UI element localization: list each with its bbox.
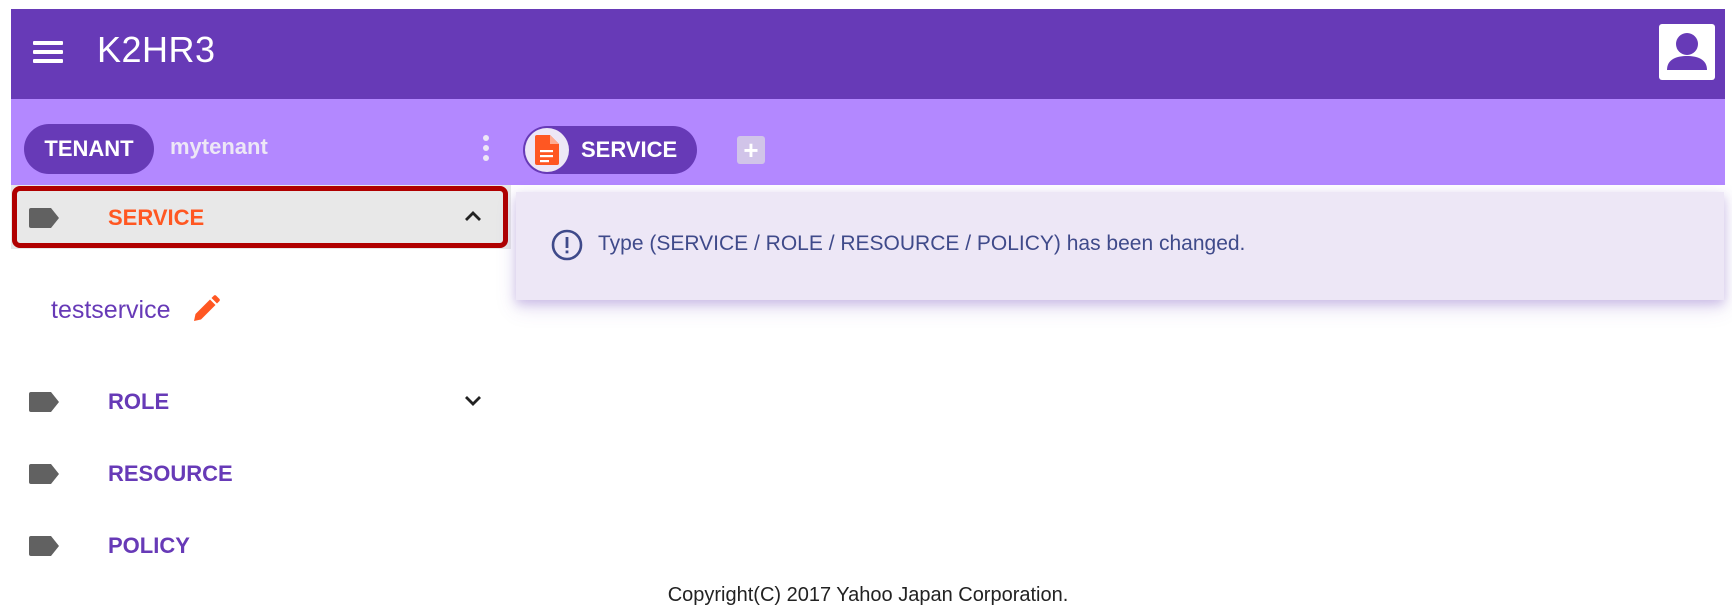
type-chip-service[interactable]: SERVICE [523,126,697,174]
app-title: K2HR3 [97,29,216,70]
sidebar-item-label: RESOURCE [108,461,233,486]
tenant-chip-label: TENANT [44,136,134,161]
app-bar: K2HR3 [11,9,1725,99]
sidebar-item-service[interactable]: SERVICE [11,185,511,249]
sidebar-item-label: ROLE [108,389,170,414]
type-chip-label: SERVICE [581,137,678,162]
sidebar: SERVICE ROLE RESOURCE POLICY [11,185,511,575]
menu-icon[interactable] [33,41,63,65]
label-icon [29,464,59,484]
sidebar-item-resource[interactable]: RESOURCE [11,441,511,505]
label-icon [29,392,59,412]
more-vert-icon[interactable] [483,135,489,163]
account-icon [1667,33,1707,70]
label-icon [29,536,59,556]
label-icon [29,208,59,228]
sidebar-item-policy[interactable]: POLICY [11,513,511,577]
toolbar: TENANT mytenant SERVICE + [11,99,1725,185]
chevron-down-icon[interactable] [463,393,483,407]
tenant-chip[interactable]: TENANT [24,124,154,174]
edit-icon[interactable] [192,295,220,323]
sidebar-item-label: POLICY [108,533,190,558]
tenant-name: mytenant [170,134,268,159]
app-frame: K2HR3 TENANT mytenant SERVICE + SERVICE … [11,9,1725,616]
add-box-icon[interactable]: + [737,136,765,164]
message-snackbar: Type (SERVICE / ROLE / RESOURCE / POLICY… [516,192,1724,300]
chevron-up-icon[interactable] [463,209,483,223]
document-icon [535,135,559,165]
sidebar-item-role[interactable]: ROLE [11,369,511,433]
footer-copyright: Copyright(C) 2017 Yahoo Japan Corporatio… [667,584,1069,606]
type-chip-avatar [525,128,569,172]
account-button[interactable] [1659,24,1715,80]
service-list-item[interactable]: testservice [51,296,170,325]
selection-highlight [12,186,508,248]
info-icon [551,229,583,261]
sidebar-item-label: SERVICE [108,205,205,230]
message-text: Type (SERVICE / ROLE / RESOURCE / POLICY… [598,232,1246,255]
